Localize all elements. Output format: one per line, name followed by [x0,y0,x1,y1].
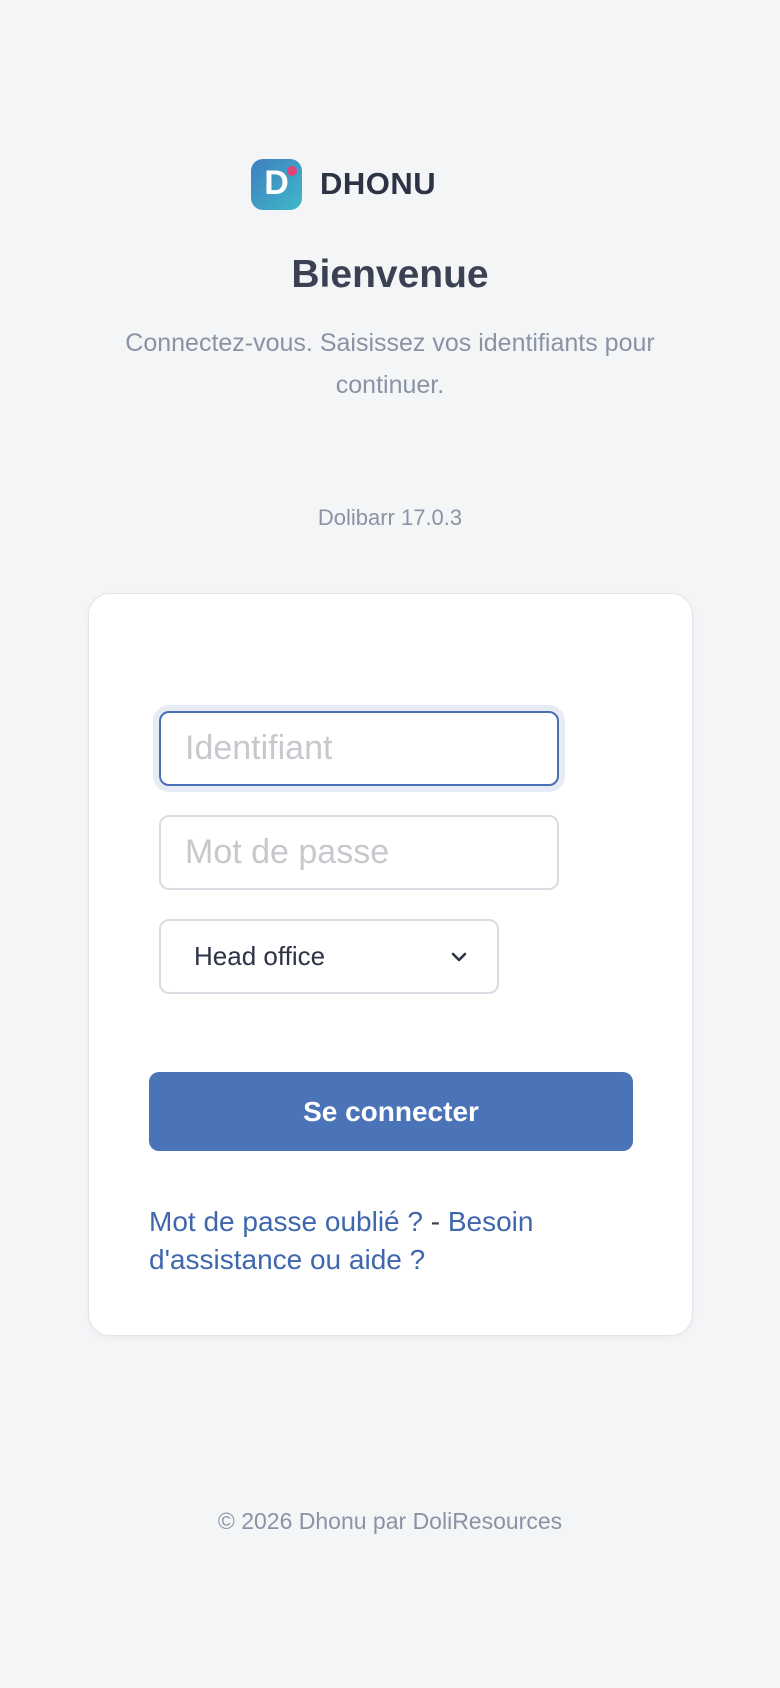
version-label: Dolibarr 17.0.3 [317,505,463,530]
page-subtitle: Connectez-vous. Saisissez vos identifian… [125,329,655,399]
login-input[interactable] [159,711,559,786]
entity-select[interactable]: Head office [159,919,499,994]
help-links: Mot de passe oublié ? - Besoin d'assista… [149,1203,609,1279]
logo-dot [287,165,297,176]
chevron-down-icon [451,952,467,961]
login-button[interactable]: Se connecter [149,1072,633,1151]
logo-icon: D [251,158,302,210]
password-input[interactable] [159,815,559,890]
forgot-password-link[interactable]: Mot de passe oublié ? [149,1206,423,1237]
footer-copyright: © 2026 Dhonu par DoliResources [217,1508,563,1534]
brand: D DHONU [251,158,436,210]
page-title: Bienvenue [291,253,489,296]
login-card: Head office Se connecter Mot de passe ou… [88,593,693,1336]
links-separator: - [430,1206,448,1237]
brand-name: DHONU [320,166,437,201]
entity-select-value: Head office [194,941,326,971]
